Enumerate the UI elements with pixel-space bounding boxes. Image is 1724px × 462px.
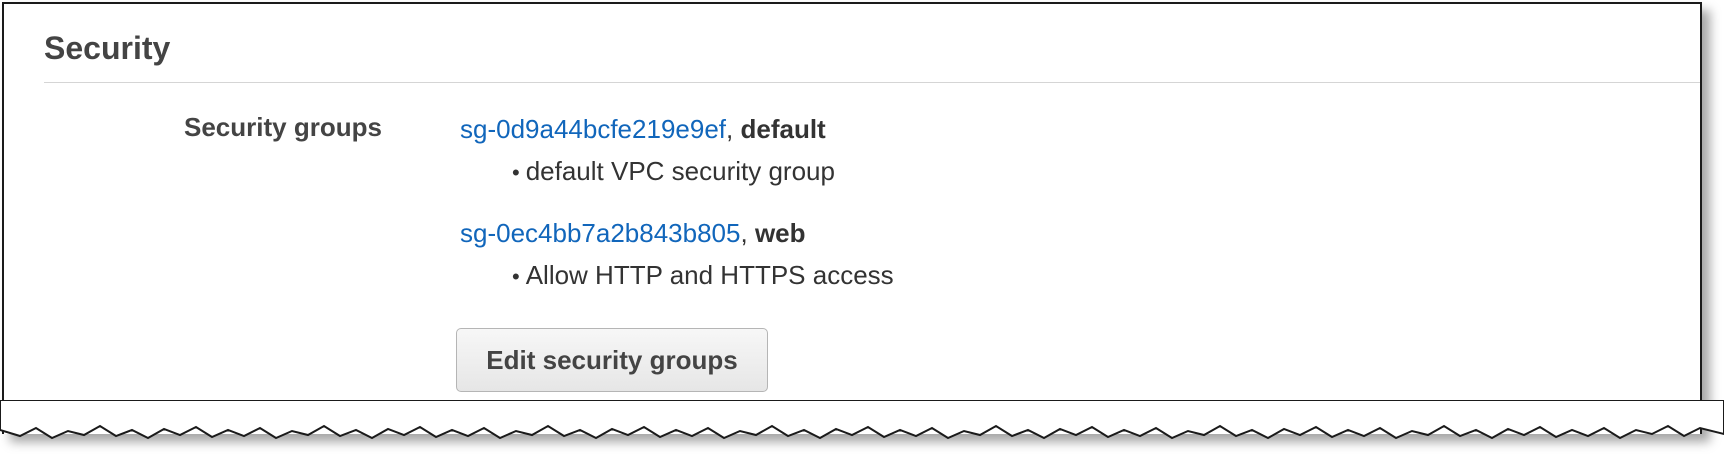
security-group-name: web [754, 218, 806, 248]
security-group-entry: sg-0d9a44bcfe219e9ef, default • default V… [460, 112, 835, 190]
torn-edge-decoration [0, 400, 1724, 440]
bullet-icon: • [512, 264, 520, 289]
screenshot-stage: Security Security groups sg-0d9a44bcfe21… [0, 0, 1724, 462]
separator: , [740, 218, 748, 248]
security-group-description: • Allow HTTP and HTTPS access [512, 258, 894, 294]
security-panel: Security Security groups sg-0d9a44bcfe21… [2, 2, 1702, 434]
security-group-id-link[interactable]: sg-0d9a44bcfe219e9ef [460, 114, 726, 144]
security-group-name: default [740, 114, 826, 144]
section-title: Security [44, 30, 171, 66]
bullet-icon: • [512, 160, 520, 185]
security-group-description: • default VPC security group [512, 154, 835, 190]
security-group-id-link[interactable]: sg-0ec4bb7a2b843b805 [460, 218, 740, 248]
security-groups-label: Security groups [184, 112, 382, 142]
section-divider [44, 82, 1700, 83]
edit-security-groups-button[interactable]: Edit security groups [456, 328, 768, 392]
description-text: default VPC security group [525, 156, 835, 186]
security-group-entry: sg-0ec4bb7a2b843b805, web • Allow HTTP an… [460, 216, 894, 294]
description-text: Allow HTTP and HTTPS access [525, 260, 894, 290]
separator: , [726, 114, 734, 144]
